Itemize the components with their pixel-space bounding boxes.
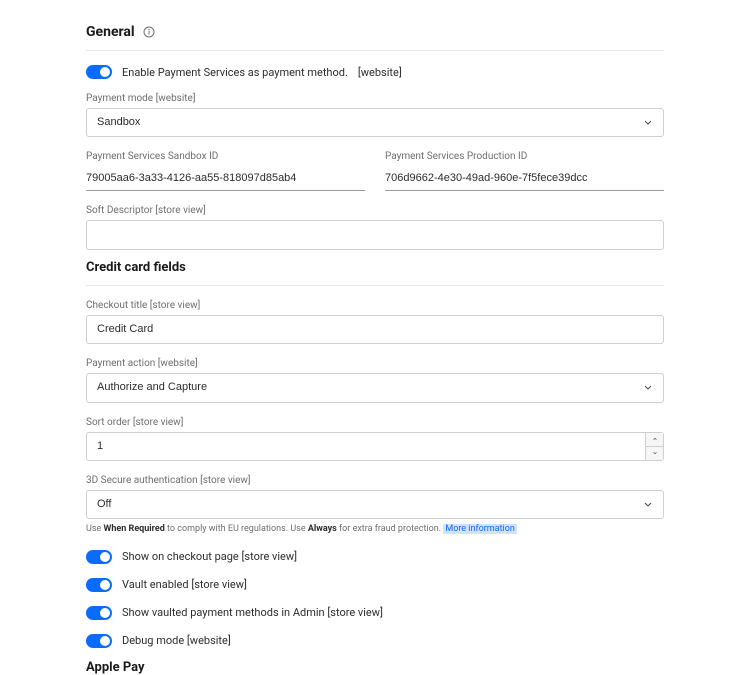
sort-order-stepper[interactable] — [86, 432, 664, 461]
sort-order-label: Sort order [store view] — [86, 417, 664, 428]
debug-mode-toggle[interactable] — [86, 634, 112, 648]
section-heading-credit-card: Credit card fields — [86, 260, 664, 275]
three-d-secure-helper: Use When Required to comply with EU regu… — [86, 523, 664, 536]
show-vaulted-admin-toggle[interactable] — [86, 606, 112, 620]
divider — [86, 285, 664, 286]
enable-payment-services-scope: [website] — [358, 66, 402, 79]
show-on-checkout-toggle[interactable] — [86, 550, 112, 564]
payment-action-select[interactable] — [86, 373, 664, 402]
section-heading-general: General — [86, 24, 135, 40]
sandbox-id-field[interactable] — [86, 168, 365, 191]
sort-order-step-down[interactable] — [646, 446, 663, 460]
show-on-checkout-label: Show on checkout page [store view] — [122, 550, 297, 563]
three-d-secure-label: 3D Secure authentication [store view] — [86, 475, 664, 486]
enable-payment-services-toggle[interactable] — [86, 65, 112, 79]
enable-payment-services-label: Enable Payment Services as payment metho… — [122, 66, 348, 79]
info-icon[interactable] — [143, 26, 155, 38]
sandbox-id-label: Payment Services Sandbox ID — [86, 151, 365, 162]
divider — [86, 50, 664, 51]
soft-descriptor-label: Soft Descriptor [store view] — [86, 205, 664, 216]
payment-mode-label: Payment mode [website] — [86, 93, 664, 104]
production-id-field[interactable] — [385, 168, 664, 191]
section-heading-apple-pay: Apple Pay — [86, 660, 664, 675]
payment-mode-select[interactable] — [86, 108, 664, 137]
soft-descriptor-field[interactable] — [86, 220, 664, 249]
vault-enabled-toggle[interactable] — [86, 578, 112, 592]
payment-action-label: Payment action [website] — [86, 358, 664, 369]
checkout-title-field[interactable] — [86, 315, 664, 344]
sort-order-step-up[interactable] — [646, 433, 663, 446]
debug-mode-label: Debug mode [website] — [122, 634, 231, 647]
production-id-label: Payment Services Production ID — [385, 151, 664, 162]
show-vaulted-admin-label: Show vaulted payment methods in Admin [s… — [122, 606, 383, 619]
more-information-link[interactable]: More information — [443, 524, 516, 534]
three-d-secure-select[interactable] — [86, 490, 664, 519]
vault-enabled-label: Vault enabled [store view] — [122, 578, 247, 591]
checkout-title-label: Checkout title [store view] — [86, 300, 664, 311]
